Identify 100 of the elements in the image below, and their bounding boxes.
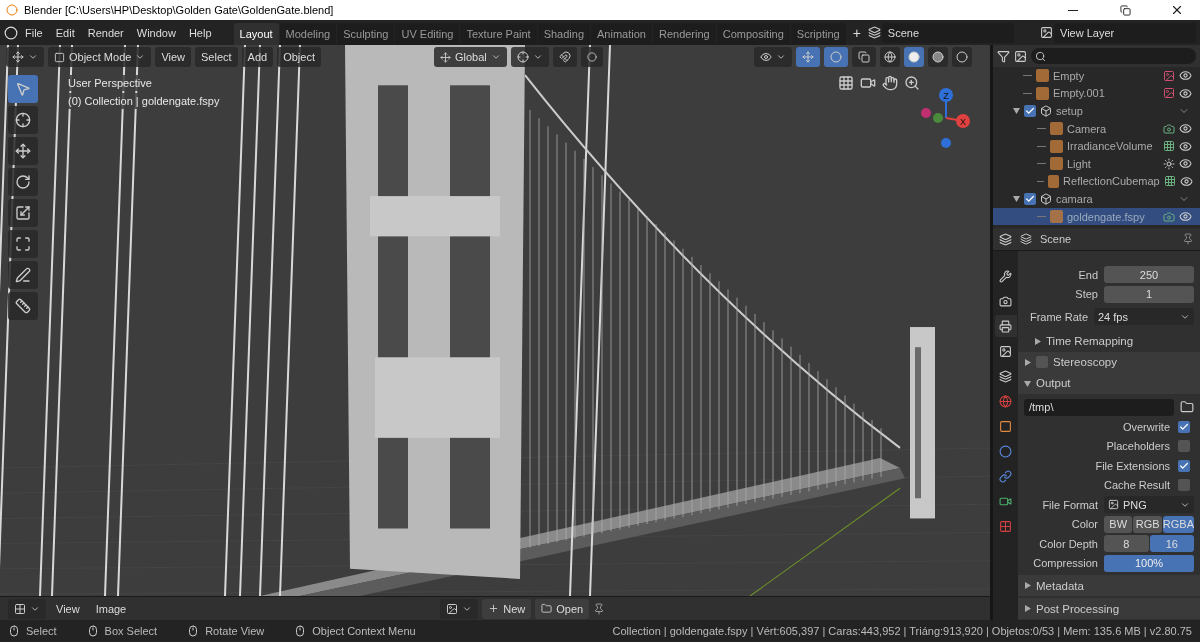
checkbox[interactable] xyxy=(1024,192,1036,205)
workspace-tab[interactable]: Shading xyxy=(537,23,591,45)
workspace-tab[interactable]: Modeling xyxy=(279,23,337,45)
checkbox[interactable] xyxy=(1178,440,1190,453)
tool-button[interactable] xyxy=(8,137,38,165)
viewport-menu[interactable]: Object xyxy=(277,47,321,67)
workspace-tab[interactable]: Texture Paint xyxy=(460,23,537,45)
checkbox[interactable] xyxy=(1036,356,1048,368)
editor-type-button[interactable] xyxy=(8,598,46,619)
add-workspace-button[interactable]: + xyxy=(846,21,867,44)
workspace-tab[interactable]: Animation xyxy=(591,23,652,45)
editor-type-button[interactable] xyxy=(6,47,44,67)
tool-button[interactable] xyxy=(8,106,38,134)
object-icon xyxy=(1050,210,1063,224)
visibility-button[interactable] xyxy=(754,47,792,67)
outliner-row[interactable]: ReflectionCubemap xyxy=(993,172,1200,191)
gizmo-button[interactable] xyxy=(796,47,820,67)
color-depth-option[interactable]: 8 xyxy=(1104,535,1149,553)
tool-button[interactable] xyxy=(8,230,38,258)
caret-icon xyxy=(490,52,501,62)
open-image-button[interactable]: Open xyxy=(535,598,590,619)
collection-name[interactable]: setup xyxy=(1056,105,1174,117)
workspace-tab[interactable]: Compositing xyxy=(716,23,790,45)
viewport-menu[interactable]: View xyxy=(155,47,192,67)
number-field[interactable]: 250 xyxy=(1104,266,1194,284)
editor-menu[interactable]: Image xyxy=(89,598,133,619)
proportional-button[interactable] xyxy=(580,47,603,67)
color-mode-option[interactable]: BW xyxy=(1104,515,1133,533)
panel-title[interactable]: Output xyxy=(1036,377,1071,389)
menu-item[interactable]: Edit xyxy=(49,23,81,42)
collection-name[interactable]: camara xyxy=(1056,192,1174,205)
checkbox-label: Cache Result xyxy=(1103,479,1170,492)
panel-title[interactable]: Metadata xyxy=(1036,579,1084,592)
disclosure-triangle-icon[interactable] xyxy=(1013,107,1020,115)
material-shading-button[interactable] xyxy=(928,47,948,67)
wireframe-shading-button[interactable] xyxy=(880,47,900,67)
xray-button[interactable] xyxy=(852,47,876,67)
outliner-row[interactable]: Light xyxy=(993,154,1200,173)
disclosure-triangle-icon[interactable] xyxy=(1024,582,1031,589)
compression-slider[interactable]: 100% xyxy=(1104,554,1194,572)
view-layer-selector[interactable]: View Layer xyxy=(1054,22,1196,43)
color-depth-option[interactable]: 16 xyxy=(1149,535,1194,553)
search-field[interactable] xyxy=(1031,48,1196,64)
link-icon xyxy=(999,469,1012,483)
tool-button[interactable] xyxy=(8,199,38,227)
workspace-tab[interactable]: Layout xyxy=(233,23,279,45)
navigation-gizmo[interactable]: Z X xyxy=(918,73,978,153)
workspace-tab[interactable]: Rendering xyxy=(652,23,716,45)
scene-selector[interactable]: Scene xyxy=(881,22,1014,43)
disclosure-triangle-icon[interactable] xyxy=(1024,379,1031,387)
checkbox[interactable] xyxy=(1178,459,1190,472)
disclosure-triangle-icon[interactable] xyxy=(1013,195,1020,203)
axis-dot[interactable] xyxy=(939,88,953,102)
checkbox[interactable] xyxy=(1178,420,1190,433)
color-mode-option[interactable]: RGB xyxy=(1133,515,1162,533)
menu-item[interactable]: Window xyxy=(130,23,182,42)
3d-viewport[interactable]: Object Mode View Select Add Object Global User Perspective (0) Collection | goldengate.fspy Z X xyxy=(0,45,990,596)
panel-title[interactable]: Time Remapping xyxy=(1046,335,1134,347)
pivot-button[interactable] xyxy=(510,47,549,67)
viewport-menu[interactable]: Select xyxy=(195,47,238,67)
mode-dropdown[interactable]: Object Mode xyxy=(48,47,152,67)
eye-icon xyxy=(1179,210,1192,224)
outliner-row[interactable]: Empty xyxy=(993,67,1200,85)
number-field[interactable]: 1 xyxy=(1104,285,1194,303)
disclosure-triangle-icon[interactable] xyxy=(1024,358,1031,366)
panel-title[interactable]: Stereoscopy xyxy=(1053,356,1117,368)
axis-dot[interactable] xyxy=(956,114,970,128)
editor-menu[interactable]: View xyxy=(50,598,86,619)
outliner-row[interactable]: goldengate.fspy xyxy=(993,207,1200,226)
new-image-button[interactable]: New xyxy=(482,598,532,619)
disclosure-triangle-icon[interactable] xyxy=(1034,337,1041,345)
menu-item[interactable]: File xyxy=(19,23,49,42)
outliner-row[interactable]: IrradianceVolume xyxy=(993,137,1200,155)
checkbox[interactable] xyxy=(1178,479,1190,492)
menu-item[interactable]: Help xyxy=(182,23,218,42)
overlay-button[interactable] xyxy=(824,47,848,67)
color-mode-option[interactable]: RGBA xyxy=(1162,515,1194,533)
checkbox[interactable] xyxy=(1024,105,1036,117)
menu-item[interactable]: Render xyxy=(81,23,130,42)
tool-button[interactable] xyxy=(8,261,38,289)
solid-shading-button[interactable] xyxy=(904,47,924,67)
workspace-tab[interactable]: Scripting xyxy=(790,23,846,45)
image-browse-button[interactable] xyxy=(440,598,479,619)
outliner-row[interactable]: Empty.001 xyxy=(993,84,1200,103)
restore-icon xyxy=(1119,4,1131,16)
properties-tab[interactable] xyxy=(994,315,1017,337)
workspace-tab[interactable]: Sculpting xyxy=(337,23,395,45)
frame-rate-dropdown[interactable]: 24 fps xyxy=(1094,308,1194,326)
outliner-row[interactable]: Camera xyxy=(993,119,1200,138)
image-icon xyxy=(1014,49,1027,63)
orientation-dropdown[interactable]: Global xyxy=(434,47,507,67)
output-path-field[interactable]: /tmp\ xyxy=(1024,398,1174,416)
file-format-dropdown[interactable]: PNG xyxy=(1104,496,1194,514)
tool-button[interactable] xyxy=(8,168,38,196)
rendered-shading-button[interactable] xyxy=(952,47,972,67)
snap-button[interactable] xyxy=(552,47,577,67)
tool-button[interactable] xyxy=(8,292,38,320)
disclosure-triangle-icon[interactable] xyxy=(1024,605,1031,612)
viewport-menu[interactable]: Add xyxy=(241,47,274,67)
workspace-tab[interactable]: UV Editing xyxy=(395,23,460,45)
